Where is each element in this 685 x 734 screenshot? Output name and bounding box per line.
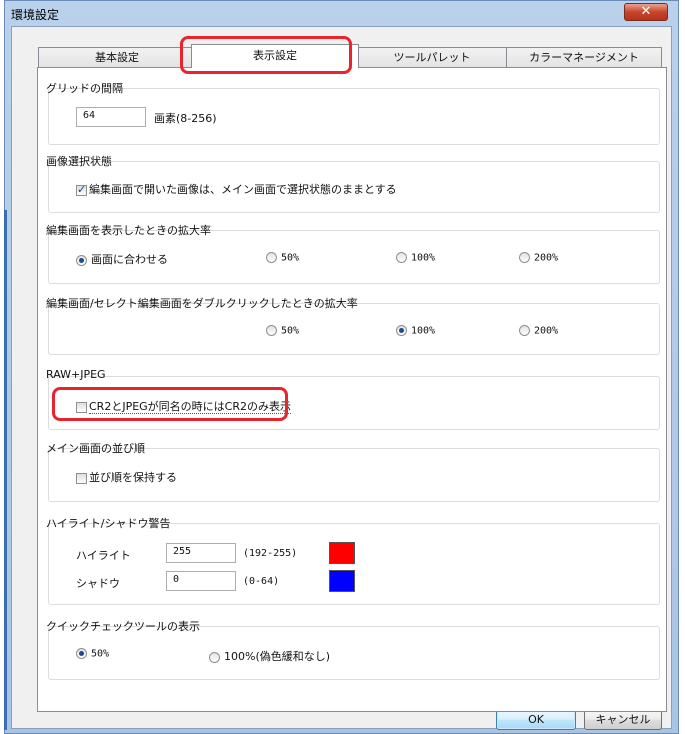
quick-check-50-radio[interactable]: 50% [76,648,109,660]
main-order-group: メイン画面の並び順 並び順を保持する [46,440,660,502]
cr2-only-checkbox[interactable]: CR2とJPEGが同名の時にはCR2のみ表示 [76,398,291,414]
checkbox-label: 並び順を保持する [89,471,177,484]
radio-selected-icon [76,254,87,266]
edit-zoom-group: 編集画面を表示したときの拡大率 画面に合わせる 50% 100% 200% [46,222,660,284]
tab-label: 表示設定 [253,49,297,62]
dblclick-zoom-title: 編集画面/セレクト編集画面をダブルクリックしたときの拡大率 [46,297,358,310]
edit-zoom-200-radio[interactable]: 200% [519,252,558,264]
radio-label: 100% [411,252,436,264]
dblclick-zoom-group: 編集画面/セレクト編集画面をダブルクリックしたときの拡大率 50% 100% 2… [46,295,660,355]
edit-zoom-title: 編集画面を表示したときの拡大率 [46,224,211,237]
dblclick-zoom-50-radio[interactable]: 50% [266,325,299,337]
window-edge [4,210,7,730]
highlight-shadow-group: ハイライト/シャドウ警告 ハイライト 255 (192-255) シャドウ 0 … [46,515,660,605]
grid-interval-input[interactable]: 64 [76,107,146,127]
dialog-client-area: 基本設定 表示設定 ツールパレット カラーマネージメント グリッドの間隔 64 … [11,26,672,730]
tab-tool-palette[interactable]: ツールパレット [357,47,507,67]
keep-selection-checkbox[interactable]: 編集画面で開いた画像は、メイン画面で選択状態のままとする [76,181,397,197]
shadow-range: (0-64) [243,576,280,587]
checkbox-label: 編集画面で開いた画像は、メイン画面で選択状態のままとする [89,183,397,196]
main-order-title: メイン画面の並び順 [46,442,145,455]
radio-icon [396,252,407,263]
shadow-label: シャドウ [76,577,120,590]
tab-label: カラーマネージメント [529,51,639,64]
edit-zoom-100-radio[interactable]: 100% [396,252,435,264]
radio-label: 200% [534,252,559,264]
radio-label: 200% [534,325,559,337]
ok-button[interactable]: OK [496,710,576,730]
window-title: 環境設定 [11,8,60,22]
close-icon: ✕ [640,4,652,19]
checkbox-icon [76,401,87,413]
highlight-label: ハイライト [76,549,131,562]
grid-interval-group: グリッドの間隔 64 画素(8-256) [46,80,660,145]
highlight-color-swatch[interactable] [329,542,355,564]
dblclick-zoom-100-radio[interactable]: 100% [396,325,435,337]
highlight-shadow-title: ハイライト/シャドウ警告 [46,517,171,530]
title-bar[interactable]: 環境設定 ✕ [5,1,678,25]
highlight-range: (192-255) [243,548,298,559]
dialog-window: 環境設定 ✕ 基本設定 表示設定 ツールパレット カラーマネージメント グリッド… [4,0,679,734]
radio-label: 50% [91,648,110,660]
highlight-input[interactable]: 255 [166,543,236,563]
grid-interval-title: グリッドの間隔 [46,82,123,95]
checkbox-icon [76,472,87,484]
radio-icon [519,325,530,336]
quick-check-group: クイックチェックツールの表示 50% 100%(偽色緩和なし) [46,618,660,680]
radio-label: 50% [281,325,300,337]
group-frame [48,523,660,605]
close-button[interactable]: ✕ [624,3,668,21]
cancel-button[interactable]: キャンセル [584,710,662,730]
shadow-input[interactable]: 0 [166,571,236,591]
radio-label: 100% [411,325,436,337]
display-settings-panel: グリッドの間隔 64 画素(8-256) 画像選択状態 編集画面で開いた画像は、… [37,67,667,712]
raw-jpeg-group: RAW+JPEG CR2とJPEGが同名の時にはCR2のみ表示 [46,368,660,430]
image-selection-title: 画像選択状態 [46,155,112,168]
raw-jpeg-title: RAW+JPEG [46,368,106,381]
radio-icon [519,252,530,263]
keep-order-checkbox[interactable]: 並び順を保持する [76,469,177,485]
checkbox-checked-icon [76,183,87,196]
quick-check-100-radio[interactable]: 100%(偽色緩和なし) [209,648,330,664]
image-selection-group: 画像選択状態 編集画面で開いた画像は、メイン画面で選択状態のままとする [46,153,660,213]
group-frame [48,626,660,680]
tab-label: 基本設定 [95,51,139,64]
tab-basic-settings[interactable]: 基本設定 [38,47,196,67]
radio-icon [266,325,277,336]
shadow-color-swatch[interactable] [329,570,355,592]
grid-interval-unit: 画素(8-256) [154,112,217,125]
radio-icon [209,651,220,663]
dblclick-zoom-200-radio[interactable]: 200% [519,325,558,337]
radio-label: 100%(偽色緩和なし) [224,650,331,663]
radio-label: 画面に合わせる [91,253,168,266]
quick-check-title: クイックチェックツールの表示 [46,620,200,633]
tab-display-settings[interactable]: 表示設定 [191,44,359,68]
edit-zoom-fit-radio[interactable]: 画面に合わせる [76,251,168,267]
tab-label: ツールパレット [393,51,471,64]
checkbox-label: CR2とJPEGが同名の時にはCR2のみ表示 [89,400,291,414]
tab-color-management[interactable]: カラーマネージメント [506,47,662,67]
radio-selected-icon [76,648,87,659]
radio-label: 50% [281,252,300,264]
radio-icon [266,252,277,263]
edit-zoom-50-radio[interactable]: 50% [266,252,299,264]
radio-selected-icon [396,325,407,336]
